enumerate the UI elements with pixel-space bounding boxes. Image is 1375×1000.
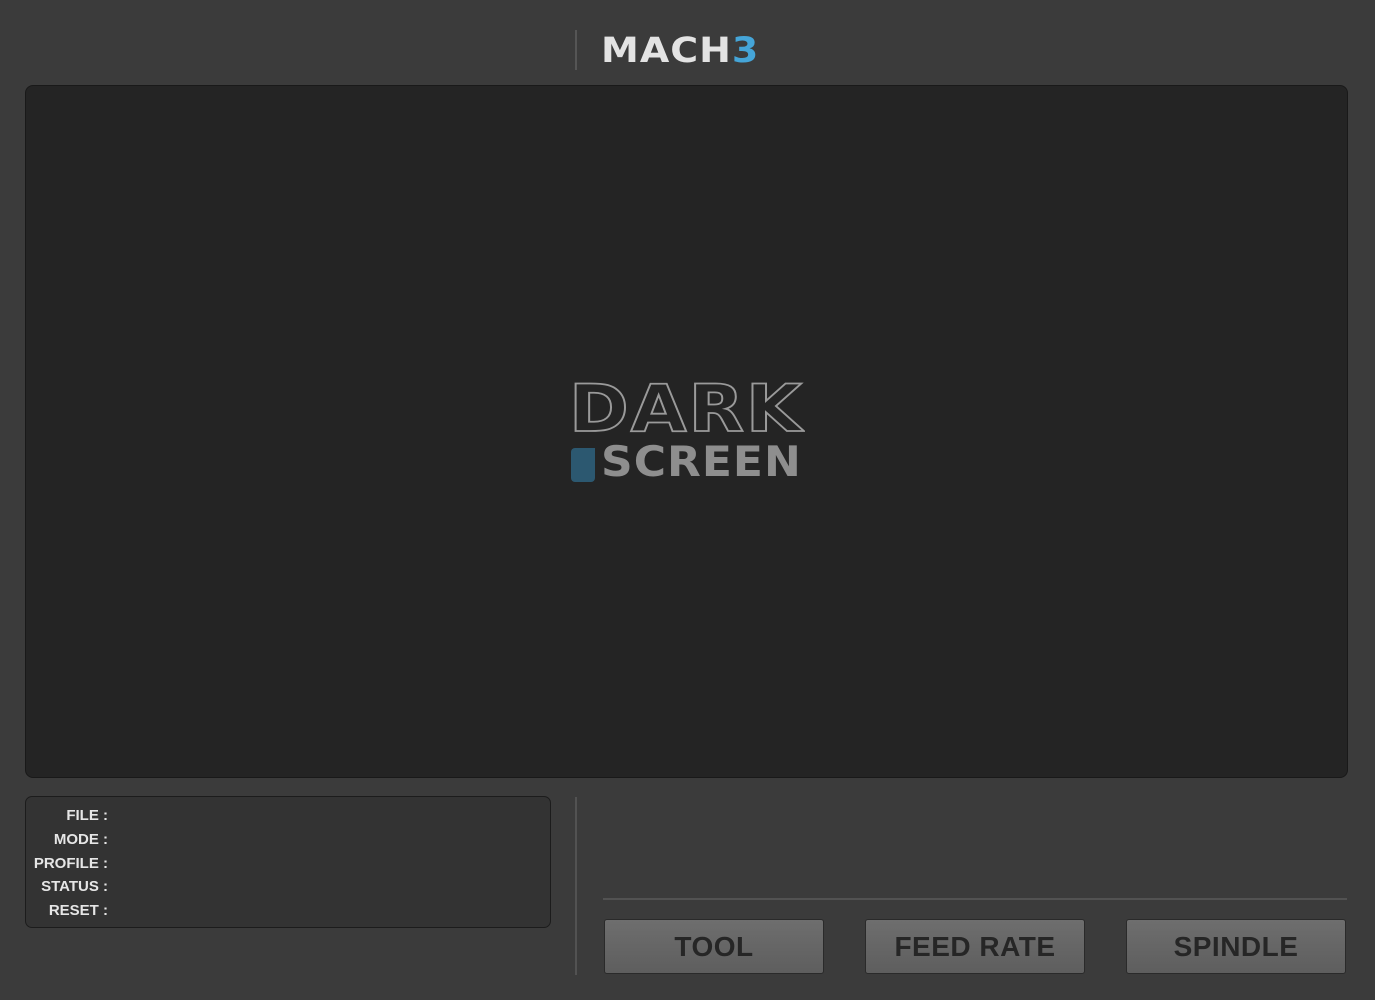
spindle-button[interactable]: SPINDLE (1126, 919, 1346, 974)
logo-accent-text: 3 (731, 29, 760, 71)
splash-bottom-text: SCREEN (601, 438, 802, 487)
bottom-divider (575, 797, 577, 975)
button-rule (603, 898, 1347, 900)
file-label: FILE : (66, 807, 108, 824)
logo-text: MACH (601, 29, 732, 71)
mode-label: MODE : (53, 831, 108, 848)
splash-accent-bar (571, 448, 595, 482)
info-panel: FILE : MODE : PROFILE : STATUS : RESET : (25, 796, 551, 928)
mach3-screen: MACH 3 DARK SCREEN FILE : MODE : PROFILE … (0, 0, 1375, 1000)
dark-screen-logo: DARK SCREEN (568, 370, 809, 487)
reset-label: RESET : (48, 902, 108, 919)
feed-rate-button[interactable]: FEED RATE (865, 919, 1085, 974)
mach3-logo: MACH 3 (601, 30, 759, 70)
status-label: STATUS : (41, 878, 108, 895)
header-divider (575, 30, 577, 70)
splash-top-text: DARK (568, 370, 804, 447)
profile-label: PROFILE : (33, 855, 108, 872)
main-display[interactable]: DARK SCREEN (25, 85, 1348, 778)
tool-button[interactable]: TOOL (604, 919, 824, 974)
